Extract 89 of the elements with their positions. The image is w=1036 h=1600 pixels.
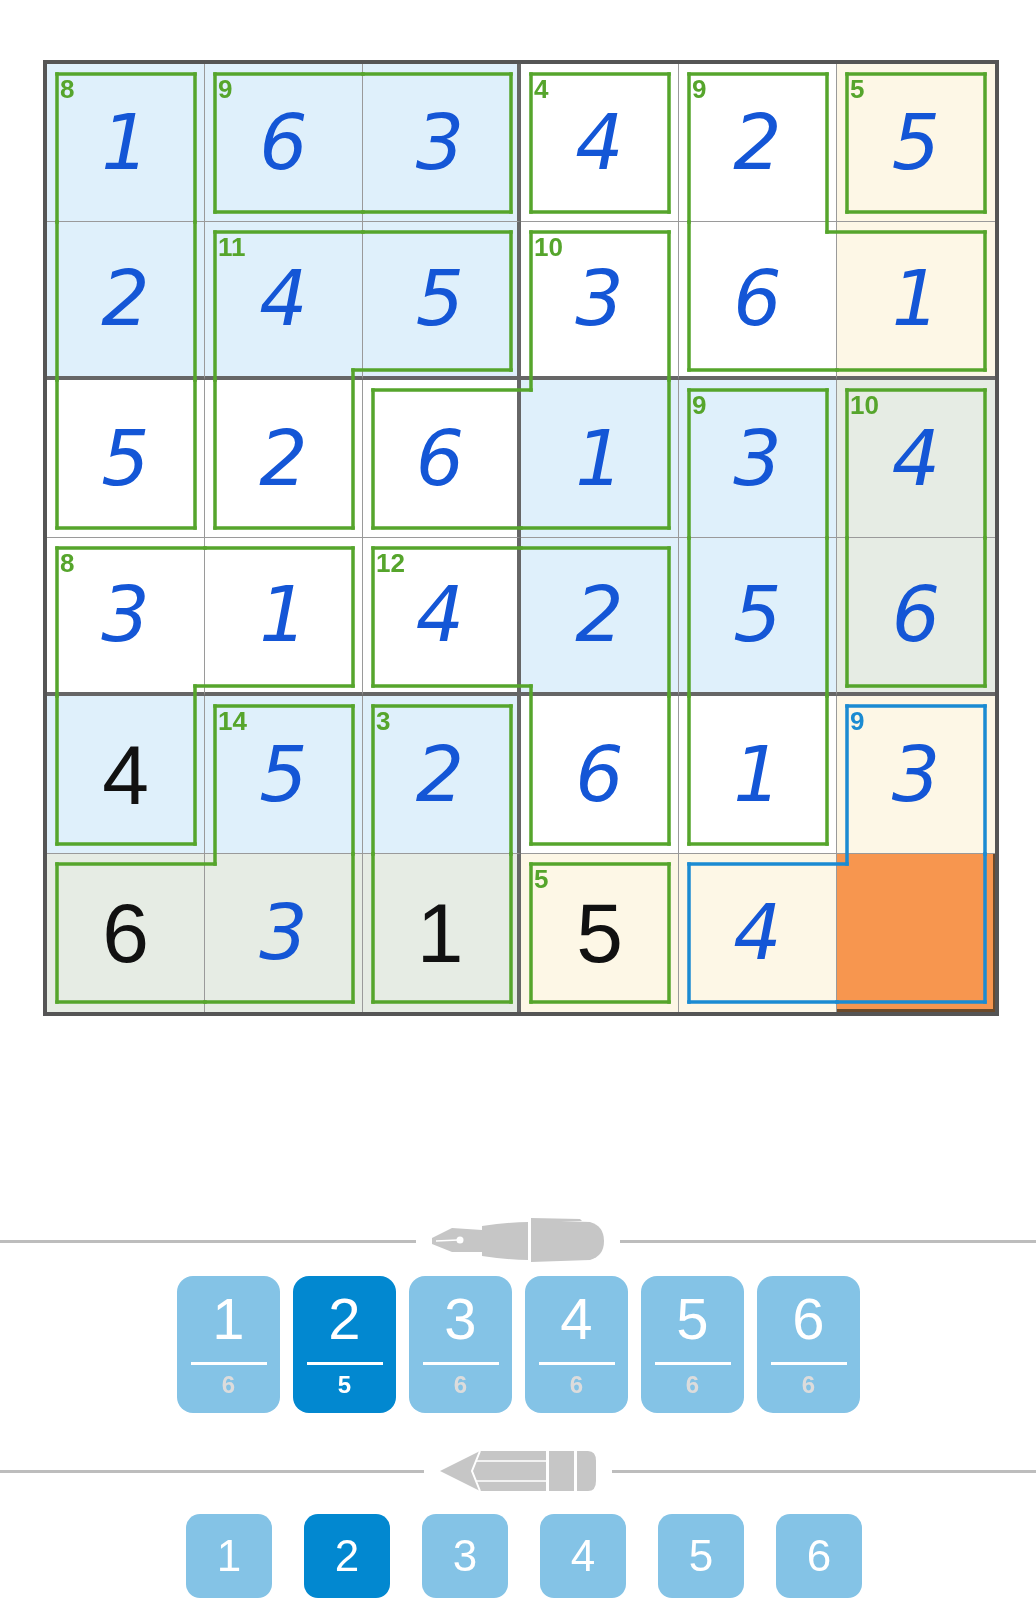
pencil-icon <box>438 1449 598 1493</box>
grid-cell[interactable]: 5 <box>679 538 837 696</box>
grid-cell[interactable]: 3 <box>205 854 363 1012</box>
grid-cell[interactable]: 5 5 <box>521 854 679 1012</box>
cage-sum: 4 <box>534 76 549 102</box>
cage-sum: 3 <box>376 708 391 734</box>
cell-digit: 5 <box>891 104 941 181</box>
cell-digit: 1 <box>733 736 782 813</box>
grid-cell[interactable]: 5 <box>47 380 205 538</box>
cell-digit: 4 <box>259 261 308 337</box>
cage-sum: 9 <box>692 392 707 418</box>
cell-digit: 5 <box>576 891 623 975</box>
grid-cell[interactable]: 6 <box>363 380 521 538</box>
cage-sum: 10 <box>534 234 563 260</box>
grid-cell[interactable]: 12 4 <box>363 538 521 696</box>
cell-digit: 3 <box>101 577 150 653</box>
cell-digit: 6 <box>415 420 465 497</box>
grid-cell[interactable]: 1 <box>837 222 995 380</box>
grid-cell[interactable]: 6 <box>521 696 679 854</box>
grid-cell[interactable]: 6 <box>837 538 995 696</box>
grid-cell[interactable]: 9 3 <box>837 696 995 854</box>
cage-sum: 12 <box>376 550 405 576</box>
grid-cell[interactable]: 11 4 <box>205 222 363 380</box>
cell-digit: 6 <box>733 261 782 337</box>
grid-cell[interactable]: 9 3 <box>679 380 837 538</box>
cell-digit: 3 <box>415 104 465 181</box>
grid-cell[interactable]: 2 <box>47 222 205 380</box>
cage-sum: 11 <box>218 234 246 260</box>
cell-digit: 4 <box>891 420 941 497</box>
cage-sum: 9 <box>692 76 707 102</box>
grid-cell[interactable]: 14 5 <box>205 696 363 854</box>
cell-digit: 3 <box>891 736 941 813</box>
cell-digit: 6 <box>575 736 624 813</box>
grid-cell[interactable]: 9 6 <box>205 64 363 222</box>
cage-sum: 14 <box>218 708 247 734</box>
pencil-number-button[interactable]: 2 <box>304 1514 390 1598</box>
cell-digit: 6 <box>102 891 149 975</box>
grid-cell[interactable]: 5 <box>363 222 521 380</box>
cage-sum: 10 <box>850 392 879 418</box>
grid-cell[interactable]: 4 <box>47 696 205 854</box>
grid-cell[interactable]: 1 <box>363 854 521 1012</box>
cell-digit: 2 <box>575 577 624 653</box>
grid-cell[interactable]: 1 <box>521 380 679 538</box>
grid-cell[interactable]: 5 5 <box>837 64 995 222</box>
cell-digit: 6 <box>891 577 941 653</box>
cell-digit: 4 <box>575 104 624 181</box>
cell-digit: 2 <box>733 104 782 181</box>
cage-sum: 8 <box>60 550 75 576</box>
cage-sum: 5 <box>534 866 549 892</box>
cell-digit: 4 <box>733 895 782 971</box>
cage-sum: 9 <box>850 708 865 734</box>
cell-digit: 5 <box>733 577 782 653</box>
cage-sum: 5 <box>850 76 865 102</box>
grid-cell[interactable]: 9 2 <box>679 64 837 222</box>
cell-digit: 1 <box>101 104 150 181</box>
cell-digit: 2 <box>415 736 465 813</box>
cell-digit: 2 <box>259 420 308 497</box>
cell-digit: 3 <box>259 895 308 971</box>
grid-cell[interactable]: 10 4 <box>837 380 995 538</box>
grid-cell[interactable]: 6 <box>679 222 837 380</box>
cell-digit: 3 <box>733 420 782 497</box>
grid-cell[interactable]: 3 2 <box>363 696 521 854</box>
cell-digit: 1 <box>891 261 941 337</box>
cell-digit: 5 <box>101 420 150 497</box>
grid-cell[interactable]: 3 <box>363 64 521 222</box>
grid-cell[interactable]: 4 4 <box>521 64 679 222</box>
cell-digit: 6 <box>259 104 308 181</box>
grid-cell[interactable]: 1 <box>679 696 837 854</box>
grid-cell[interactable]: 8 3 <box>47 538 205 696</box>
cell-digit: 2 <box>101 261 150 337</box>
cell-digit: 4 <box>102 732 149 817</box>
grid-cell[interactable] <box>837 854 995 1012</box>
cell-digit: 1 <box>259 577 308 653</box>
cell-digit: 1 <box>416 891 464 975</box>
number-button[interactable]: 2 5 <box>293 1276 396 1413</box>
cell-digit: 4 <box>415 577 465 653</box>
cell-digit: 5 <box>415 261 465 337</box>
cell-digit: 1 <box>575 420 624 497</box>
grid-cell[interactable]: 8 1 <box>47 64 205 222</box>
cell-digit: 5 <box>259 736 308 813</box>
grid-cell[interactable]: 2 <box>205 380 363 538</box>
cage-sum: 9 <box>218 76 233 102</box>
cell-digit: 3 <box>575 261 624 337</box>
grid-cell[interactable]: 1 <box>205 538 363 696</box>
cage-sum: 8 <box>60 76 75 102</box>
grid-cell[interactable]: 2 <box>521 538 679 696</box>
grid-cell[interactable]: 10 3 <box>521 222 679 380</box>
grid-cell[interactable]: 4 <box>679 854 837 1012</box>
grid-cell[interactable]: 6 <box>47 854 205 1012</box>
